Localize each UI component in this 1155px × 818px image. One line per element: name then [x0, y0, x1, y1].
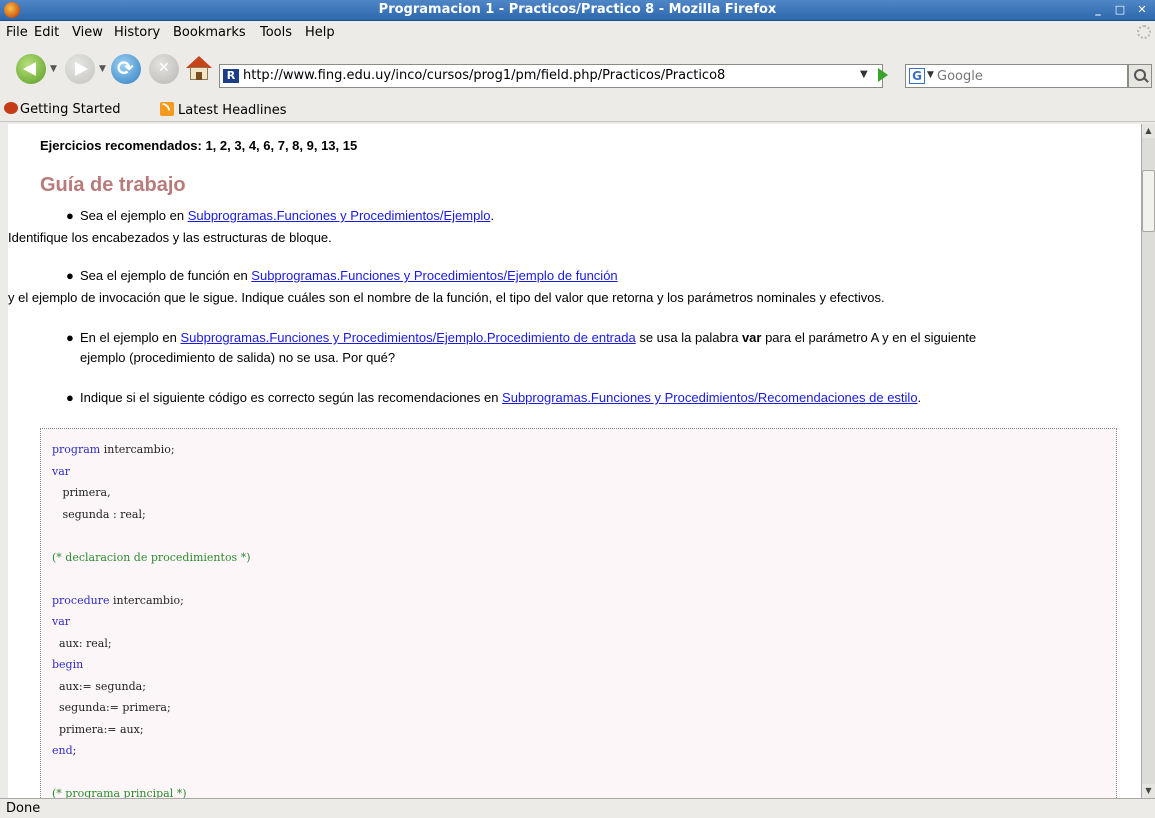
minimize-button[interactable]: _ [1089, 2, 1107, 18]
link-ejemplo[interactable]: Subprogramas.Funciones y Procedimientos/… [188, 208, 491, 223]
rss-icon [160, 102, 174, 116]
scroll-up-icon[interactable]: ▲ [1142, 124, 1155, 138]
address-bar[interactable]: R http://www.fing.edu.uy/inco/cursos/pro… [219, 64, 883, 88]
bullet-icon: ● [66, 390, 74, 405]
title-bar: Programacion 1 - Practicos/Practico 8 - … [0, 0, 1155, 21]
home-button[interactable] [185, 55, 213, 83]
list-item: ● Sea el ejemplo en Subprogramas.Funcion… [66, 206, 494, 226]
navigation-toolbar: ▼ ▼ R http://www.fing.edu.uy/inco/cursos… [0, 43, 1155, 98]
link-procedimiento-de-entrada[interactable]: Subprogramas.Funciones y Procedimientos/… [180, 330, 635, 345]
recommended-exercises: Ejercicios recomendados: 1, 2, 3, 4, 6, … [40, 138, 358, 153]
page-content: Ejercicios recomendados: 1, 2, 3, 4, 6, … [8, 124, 1141, 798]
reload-button[interactable] [111, 54, 141, 84]
menu-history[interactable]: History [114, 25, 160, 40]
url-text[interactable]: http://www.fing.edu.uy/inco/cursos/prog1… [243, 68, 725, 83]
window-title: Programacion 1 - Practicos/Practico 8 - … [378, 2, 777, 17]
paragraph: y el ejemplo de invocación que le sigue.… [8, 290, 885, 305]
url-history-dropdown-icon[interactable]: ▼ [860, 69, 868, 80]
list-item: ● En el ejemplo en Subprogramas.Funcione… [66, 330, 977, 365]
go-button[interactable] [878, 68, 888, 82]
paragraph: Identifique los encabezados y las estruc… [8, 230, 332, 245]
search-box[interactable]: G ▼ [905, 64, 1128, 88]
forward-button[interactable] [65, 54, 95, 84]
menu-bookmarks[interactable]: Bookmarks [173, 25, 246, 40]
menu-view[interactable]: View [72, 25, 103, 40]
close-button[interactable]: ✕ [1133, 2, 1151, 18]
bullet-icon: ● [66, 330, 74, 345]
status-text: Done [6, 801, 41, 816]
stop-button[interactable] [149, 54, 179, 84]
maximize-button[interactable]: □ [1111, 2, 1129, 18]
code-block: program intercambio; var primera, segund… [40, 428, 1117, 798]
link-recomendaciones-de-estilo[interactable]: Subprogramas.Funciones y Procedimientos/… [502, 390, 918, 405]
search-input[interactable] [937, 67, 1122, 85]
google-engine-icon[interactable]: G [909, 68, 925, 84]
bullet-icon: ● [66, 268, 74, 283]
site-favicon-icon: R [223, 69, 239, 83]
bullet-icon: ● [66, 208, 74, 223]
back-dropdown-icon[interactable]: ▼ [50, 64, 57, 74]
menu-help[interactable]: Help [305, 25, 335, 40]
search-button[interactable] [1128, 64, 1152, 88]
scroll-thumb[interactable] [1142, 170, 1155, 232]
list-item: ● Sea el ejemplo de función en Subprogra… [66, 266, 618, 286]
menu-edit[interactable]: Edit [34, 25, 59, 40]
menu-bar: File Edit View History Bookmarks Tools H… [0, 21, 1155, 43]
bookmark-latest-headlines[interactable]: Latest Headlines [160, 102, 287, 118]
throbber-icon [1137, 25, 1151, 39]
engine-dropdown-icon[interactable]: ▼ [927, 70, 934, 80]
menu-file[interactable]: File [6, 25, 28, 40]
menu-tools[interactable]: Tools [260, 25, 292, 40]
vertical-scrollbar[interactable]: ▲ ▼ [1141, 124, 1155, 798]
firefox-bookmark-icon [4, 102, 18, 114]
forward-dropdown-icon[interactable]: ▼ [99, 64, 106, 74]
back-button[interactable] [16, 54, 46, 84]
scroll-down-icon[interactable]: ▼ [1142, 784, 1155, 798]
list-item: ● Indique si el siguiente código es corr… [66, 388, 921, 408]
link-ejemplo-de-funcion[interactable]: Subprogramas.Funciones y Procedimientos/… [251, 268, 617, 283]
guide-heading: Guía de trabajo [40, 174, 186, 196]
bookmarks-toolbar: Getting Started Latest Headlines [0, 98, 1155, 122]
bookmark-getting-started[interactable]: Getting Started [4, 102, 121, 117]
status-bar: Done [0, 798, 1155, 818]
